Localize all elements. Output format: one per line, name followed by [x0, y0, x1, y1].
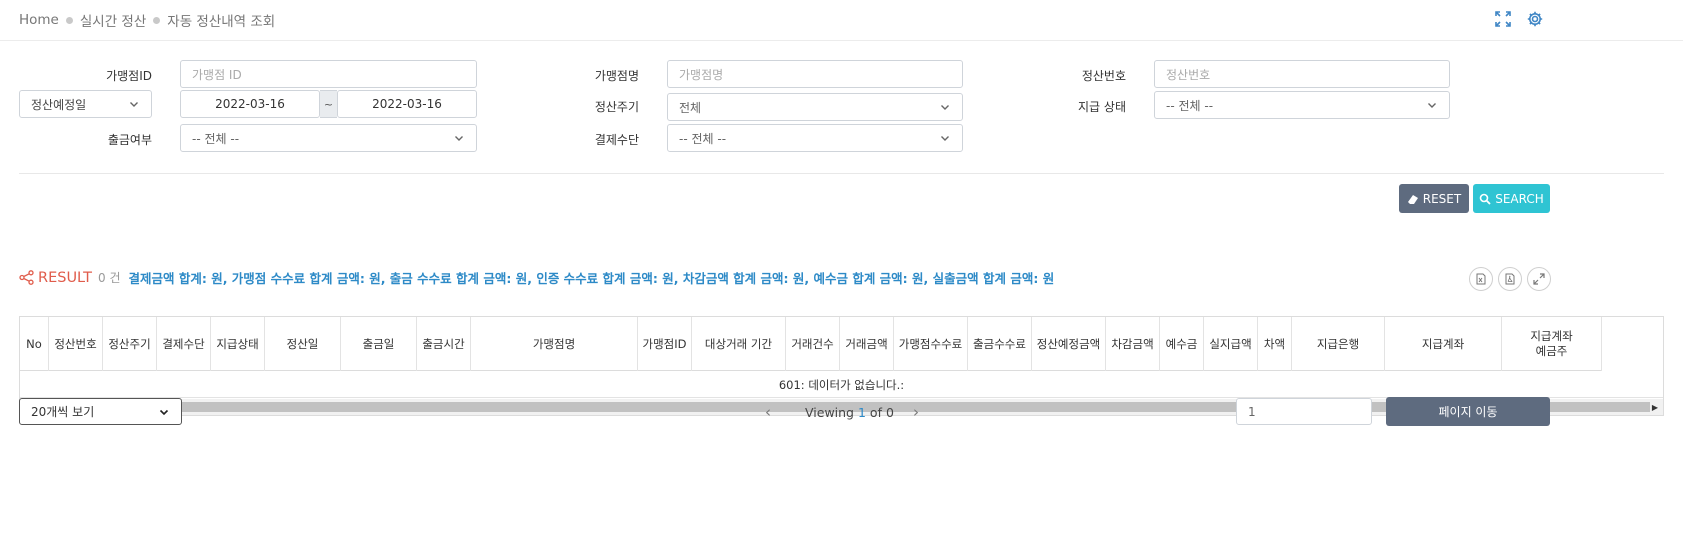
column-header[interactable]: 결제수단	[157, 317, 211, 371]
gear-icon[interactable]	[1526, 10, 1544, 28]
pay-status-select[interactable]: -- 전체 --	[1154, 91, 1450, 119]
viewing-suffix: of 0	[869, 405, 894, 420]
result-summary: 결제금액 합계: 원, 가맹점 수수료 합계 금액: 원, 출금 수수료 합계 …	[128, 271, 1055, 286]
column-header[interactable]: 출금시간	[417, 317, 471, 371]
settle-no-input[interactable]: 정산번호	[1154, 60, 1450, 88]
column-header[interactable]: 거래건수	[786, 317, 840, 371]
column-header[interactable]: 가맹점수수료	[894, 317, 968, 371]
breadcrumb: Home 실시간 정산 자동 정산내역 조회	[19, 10, 275, 30]
column-header[interactable]: 거래금액	[840, 317, 894, 371]
method-select[interactable]: -- 전체 --	[667, 124, 963, 152]
column-header[interactable]: No	[20, 317, 49, 371]
share-icon	[19, 270, 34, 285]
pay-status-label: 지급 상태	[1078, 100, 1126, 114]
column-header[interactable]: 출금일	[341, 317, 417, 371]
chevron-down-icon	[455, 136, 463, 141]
date-range-separator: ~	[320, 90, 337, 118]
merchant-name-label: 가맹점명	[594, 69, 639, 83]
reset-button-label: RESET	[1422, 191, 1462, 206]
withdraw-select[interactable]: -- 전체 --	[180, 124, 477, 152]
chevron-down-icon	[941, 105, 949, 110]
empty-message: 601: 데이터가 없습니다.:	[20, 372, 1663, 398]
excel-export-button[interactable]	[1469, 267, 1493, 291]
chevron-down-icon	[941, 136, 949, 141]
goto-page-label: 페이지 이동	[1438, 405, 1498, 419]
column-header[interactable]: 지급계좌 예금주	[1502, 317, 1602, 371]
cycle-value: 전체	[679, 100, 702, 115]
filter-divider	[19, 173, 1664, 174]
merchant-id-label: 가맹점ID	[106, 69, 152, 83]
fullscreen-icon[interactable]	[1494, 10, 1512, 28]
search-button[interactable]: SEARCH	[1473, 184, 1550, 213]
top-bar: Home 실시간 정산 자동 정산내역 조회	[0, 0, 1683, 41]
cycle-label: 정산주기	[594, 100, 639, 114]
merchant-name-input[interactable]: 가맹점명	[667, 60, 963, 88]
breadcrumb-current: 자동 정산내역 조회	[167, 14, 276, 30]
pay-status-value: -- 전체 --	[1166, 98, 1214, 113]
date-to-input[interactable]: 2022-03-16	[337, 90, 477, 118]
column-header[interactable]: 차액	[1258, 317, 1292, 371]
page-number-input[interactable]: 1	[1236, 398, 1372, 425]
column-header[interactable]: 지급상태	[211, 317, 265, 371]
column-header[interactable]: 정산일	[265, 317, 341, 371]
column-header[interactable]: 예수금	[1160, 317, 1204, 371]
excel-icon	[1476, 273, 1486, 285]
column-header[interactable]: 실지급액	[1204, 317, 1258, 371]
expand-icon	[1533, 273, 1545, 285]
search-button-label: SEARCH	[1495, 191, 1544, 206]
chevron-right-icon[interactable]: ›	[913, 403, 919, 421]
breadcrumb-home[interactable]: Home	[19, 12, 59, 28]
pdf-export-button[interactable]	[1498, 267, 1522, 291]
column-header[interactable]: 가맹점ID	[638, 317, 692, 371]
date-type-select[interactable]: 정산예정일	[19, 90, 152, 118]
result-count: 0 건	[98, 271, 121, 285]
breadcrumb-separator	[153, 16, 161, 24]
column-header[interactable]: 지급계좌	[1385, 317, 1502, 371]
reset-button[interactable]: RESET	[1399, 184, 1469, 213]
column-header[interactable]: 정산번호	[49, 317, 103, 371]
column-header[interactable]: 대상거래 기간	[692, 317, 786, 371]
date-from-input[interactable]: 2022-03-16	[180, 90, 320, 118]
column-header[interactable]: 정산주기	[103, 317, 157, 371]
cycle-select[interactable]: 전체	[667, 93, 963, 121]
date-type-value: 정산예정일	[31, 97, 87, 112]
breadcrumb-level1[interactable]: 실시간 정산	[80, 10, 146, 30]
table-header: No 정산번호 정산주기 결제수단 지급상태 정산일 출금일 출금시간 가맹점명 가맹점ID 대상거…	[20, 317, 1602, 371]
expand-table-button[interactable]	[1527, 267, 1551, 291]
method-value: -- 전체 --	[679, 131, 727, 146]
result-header: RESULT 0 건 결제금액 합계: 원, 가맹점 수수료 합계 금액: 원,…	[19, 268, 1054, 287]
column-header[interactable]: 가맹점명	[471, 317, 638, 371]
method-label: 결제수단	[594, 133, 639, 147]
viewing-prefix: Viewing	[805, 405, 854, 420]
column-header[interactable]: 정산예정금액	[1032, 317, 1106, 371]
column-header[interactable]: 차감금액	[1106, 317, 1160, 371]
settle-no-label: 정산번호	[1081, 69, 1126, 83]
breadcrumb-separator	[65, 16, 73, 24]
withdraw-label: 출금여부	[107, 133, 152, 147]
column-header[interactable]: 출금수수료	[968, 317, 1032, 371]
pdf-icon	[1505, 273, 1515, 285]
goto-page-button[interactable]: 페이지 이동	[1386, 397, 1550, 426]
column-header[interactable]: 지급은행	[1292, 317, 1385, 371]
result-title: RESULT	[38, 269, 92, 286]
search-icon	[1479, 193, 1491, 205]
withdraw-value: -- 전체 --	[192, 131, 240, 146]
chevron-down-icon	[1428, 103, 1436, 108]
merchant-id-input[interactable]: 가맹점 ID	[180, 60, 477, 88]
viewing-text: Viewing 1 of 0	[805, 405, 894, 420]
eraser-icon	[1407, 194, 1418, 204]
chevron-left-icon[interactable]: ‹	[765, 403, 771, 421]
chevron-down-icon	[130, 102, 138, 107]
current-page: 1	[857, 405, 866, 420]
